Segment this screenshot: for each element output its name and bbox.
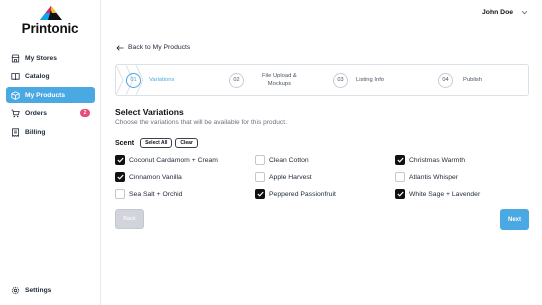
option-label: Sea Salt + Orchid	[129, 190, 183, 198]
step-variations[interactable]: 01 Variations	[126, 65, 174, 95]
checkbox[interactable]	[395, 189, 405, 199]
checkbox[interactable]	[255, 189, 265, 199]
option-coconut-cardamom-cream[interactable]: Coconut Cardamom + Cream	[115, 155, 218, 165]
option-label: Cinnamon Vanilla	[129, 173, 182, 181]
sidebar-item-label: Billing	[25, 128, 46, 136]
sidebar-item-my-products[interactable]: My Products	[6, 87, 95, 103]
checkbox[interactable]	[395, 172, 405, 182]
sidebar-item-label: Orders	[25, 109, 47, 117]
sidebar-item-label: Settings	[25, 286, 52, 294]
checkbox[interactable]	[115, 172, 125, 182]
chevron-down-icon	[521, 10, 528, 15]
check-icon	[116, 157, 124, 163]
option-label: Peppered Passionfruit	[269, 190, 336, 198]
option-sea-salt-orchid[interactable]: Sea Salt + Orchid	[115, 189, 182, 199]
sidebar-item-orders[interactable]: Orders 2	[6, 105, 95, 121]
checkbox[interactable]	[255, 155, 265, 165]
option-peppered-passionfruit[interactable]: Peppered Passionfruit	[255, 189, 336, 199]
checkbox[interactable]	[115, 189, 125, 199]
sidebar-item-label: My Stores	[25, 54, 57, 62]
option-cinnamon-vanilla[interactable]: Cinnamon Vanilla	[115, 172, 182, 182]
option-christmas-warmth[interactable]: Christmas Warmth	[395, 155, 465, 165]
sidebar-item-billing[interactable]: Billing	[6, 124, 95, 140]
step-number: 03	[333, 72, 348, 88]
sidebar: Printonic My Stores Catalog My Products …	[0, 0, 101, 305]
brand-logo[interactable]: Printonic	[10, 6, 90, 40]
progress-stepper: 01 Variations 02 File Upload & Mockups 03…	[115, 64, 529, 96]
checkbox[interactable]	[115, 155, 125, 165]
step-label: File Upload & Mockups	[262, 73, 297, 87]
brand-name: Printonic	[21, 21, 79, 36]
book-icon	[11, 72, 20, 81]
step-label: Variations	[149, 77, 175, 83]
section-subtitle: Choose the variations that will be avail…	[115, 119, 287, 126]
check-icon	[396, 191, 404, 197]
sidebar-item-my-stores[interactable]: My Stores	[6, 50, 95, 66]
back-link-label: Back to My Products	[128, 44, 191, 51]
back-to-products-link[interactable]: Back to My Products	[116, 44, 190, 51]
box-icon	[11, 90, 20, 100]
step-file-upload[interactable]: 02 File Upload & Mockups	[229, 65, 297, 95]
step-number: 02	[229, 72, 244, 88]
step-separator-icon	[116, 65, 124, 95]
gear-icon	[11, 286, 20, 295]
next-button[interactable]: Next	[500, 209, 529, 230]
option-clean-cotton[interactable]: Clean Cotton	[255, 155, 309, 165]
check-icon	[116, 174, 124, 180]
checkbox[interactable]	[395, 155, 405, 165]
scent-label: Scent	[115, 139, 135, 147]
sidebar-item-catalog[interactable]: Catalog	[6, 68, 95, 84]
clear-button[interactable]: Clear	[175, 138, 198, 148]
user-name: John Doe	[482, 9, 513, 16]
option-label: White Sage + Lavender	[409, 190, 481, 198]
step-number: 01	[126, 72, 141, 88]
scent-header: Scent Select All Clear	[115, 138, 201, 148]
back-button[interactable]: Back	[115, 209, 144, 229]
step-listing-info[interactable]: 03 Listing Info	[333, 65, 384, 95]
select-all-button[interactable]: Select All	[140, 138, 173, 148]
sidebar-item-label: My Products	[25, 91, 66, 99]
option-white-sage-lavender[interactable]: White Sage + Lavender	[395, 189, 480, 199]
step-label: Listing Info	[356, 77, 385, 83]
option-label: Atlantis Whisper	[409, 173, 459, 181]
option-label: Apple Harvest	[269, 173, 312, 181]
sidebar-item-settings[interactable]: Settings	[6, 282, 95, 298]
section-title: Select Variations	[115, 107, 184, 117]
option-label: Christmas Warmth	[409, 156, 466, 164]
orders-count-badge: 2	[80, 109, 90, 117]
receipt-icon	[11, 127, 20, 137]
check-icon	[396, 157, 404, 163]
sidebar-item-label: Catalog	[25, 72, 50, 80]
logo-mark-icon	[40, 6, 62, 20]
step-number: 04	[438, 72, 453, 88]
option-atlantis-whisper[interactable]: Atlantis Whisper	[395, 172, 458, 182]
option-apple-harvest[interactable]: Apple Harvest	[255, 172, 312, 182]
checkbox[interactable]	[255, 172, 265, 182]
user-menu[interactable]: John Doe	[482, 9, 528, 16]
arrow-left-icon	[116, 44, 124, 51]
option-label: Coconut Cardamom + Cream	[129, 156, 218, 164]
cart-icon	[11, 109, 20, 118]
option-label: Clean Cotton	[269, 156, 309, 164]
step-publish[interactable]: 04 Publish	[438, 65, 482, 95]
check-icon	[256, 191, 264, 197]
store-icon	[11, 54, 20, 63]
step-label: Publish	[463, 77, 483, 83]
